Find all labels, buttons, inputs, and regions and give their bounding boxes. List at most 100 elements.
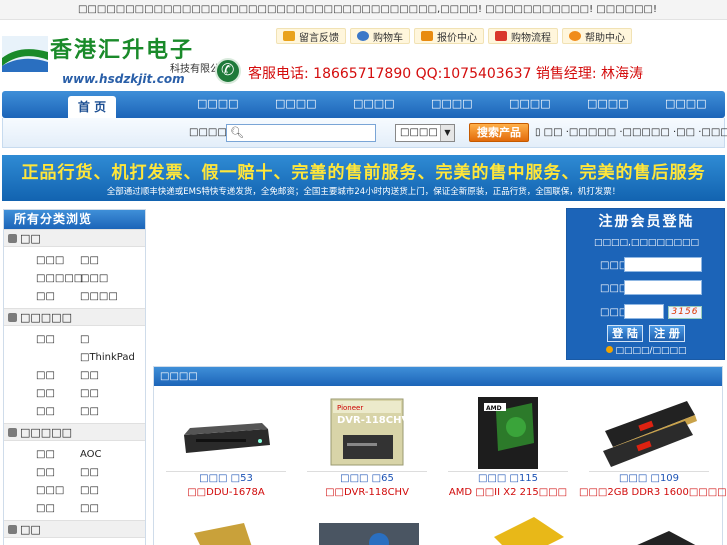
banner-headline: 正品行货、机打发票、假一赔十、完善的售前服务、完美的售中服务、完美的售后服务 bbox=[21, 163, 706, 183]
username-field[interactable] bbox=[624, 257, 702, 272]
category-link[interactable]: □□ bbox=[36, 291, 80, 302]
divider bbox=[307, 471, 427, 472]
top-notice-bar: □□□□□□□□□□□□□□□□□□□□□□□□□□□□□□□□□□□□□□,□… bbox=[0, 0, 727, 20]
category-group-items: □□ □ □ThinkPad □□ □□ □□ □□ □□ □□ bbox=[4, 326, 145, 423]
quick-link-quote[interactable]: 报价中心 bbox=[414, 28, 484, 44]
product-card[interactable]: □□□ □109 □□□2GB DDR3 1600□□□□□ bbox=[579, 389, 727, 527]
search-select-value: □□□□ bbox=[400, 127, 438, 138]
category-link[interactable]: □□□□ bbox=[80, 291, 140, 302]
product-card[interactable]: □□□ □53 □□DDU-1678A bbox=[156, 389, 296, 527]
category-group-name: □□□□□ bbox=[20, 310, 72, 324]
search-category-select[interactable]: □□□□ ▼ bbox=[395, 124, 455, 142]
product-card[interactable]: Pioneer DVR-118CHV □□□ □65 □□DVR-118CHV bbox=[297, 389, 437, 527]
nav-item[interactable]: □□□□ bbox=[353, 97, 395, 110]
search-icon: 🔍︎ bbox=[230, 126, 244, 139]
captcha-field[interactable] bbox=[624, 304, 664, 319]
logo-url: www.hsdzkjit.com bbox=[62, 72, 185, 86]
main-nav: 首 页 □□□□ □□□□ □□□□ □□□□ □□□□ □□□□ □□□□ bbox=[2, 91, 725, 118]
category-link[interactable]: □□ bbox=[80, 388, 140, 399]
category-link[interactable]: □□□ bbox=[80, 273, 140, 284]
category-group-header[interactable]: □□□□□ bbox=[4, 423, 145, 441]
search-bar: □□□□□ 🔍︎ □□□□ ▼ 搜索产品 ▯ □□ ·□□□□□ ·□□□□□ … bbox=[2, 118, 727, 148]
grid-icon bbox=[495, 31, 507, 41]
category-link[interactable]: □□ bbox=[80, 467, 140, 478]
forgot-password-link[interactable]: □□□□/□□□□ bbox=[571, 346, 722, 356]
category-group-name: □□ bbox=[20, 522, 41, 536]
chevron-down-icon: ▼ bbox=[440, 125, 454, 141]
product-card[interactable]: AMD □□□ □115 AMD □□II X2 215□□□ bbox=[438, 389, 578, 527]
password-field[interactable] bbox=[624, 280, 702, 295]
folder-icon bbox=[8, 524, 17, 534]
search-button[interactable]: 搜索产品 bbox=[469, 123, 529, 142]
product-price: □□□ □109 bbox=[618, 473, 680, 484]
login-button[interactable]: 登 陆 bbox=[607, 325, 643, 342]
divider bbox=[448, 471, 568, 472]
category-link[interactable]: □□ bbox=[80, 255, 140, 266]
quick-link-feedback[interactable]: 留言反馈 bbox=[276, 28, 346, 44]
quick-link-label: 留言反馈 bbox=[299, 32, 339, 44]
nav-item[interactable]: □□□□ bbox=[275, 97, 317, 110]
category-link[interactable] bbox=[36, 352, 80, 363]
nav-item[interactable]: □□□□ bbox=[587, 97, 629, 110]
product-section-title: □□□□ bbox=[154, 367, 722, 386]
forgot-password-text: □□□□/□□□□ bbox=[615, 346, 687, 356]
product-name[interactable]: □□DVR-118CHV bbox=[297, 487, 437, 498]
category-link[interactable]: □□ bbox=[36, 467, 80, 478]
category-link[interactable]: AOC bbox=[80, 449, 140, 460]
nav-item[interactable]: □□□□ bbox=[197, 97, 239, 110]
quick-link-label: 帮助中心 bbox=[585, 32, 625, 44]
product-section: □□□□ □□□ □53 □□DDU-1678A Pioneer DVR-118… bbox=[153, 366, 727, 545]
product-price: □□□ □53 bbox=[199, 473, 253, 484]
product-name[interactable]: AMD □□II X2 215□□□ bbox=[438, 487, 578, 498]
quick-link-label: 购物流程 bbox=[511, 32, 551, 44]
category-group-header[interactable]: □□ bbox=[4, 520, 145, 538]
service-hotline: 客服电话: 18665717890 QQ:1075403637 销售经理: 林海… bbox=[248, 66, 644, 82]
category-group-name: □□ bbox=[20, 231, 41, 245]
member-login-form: □□□□,□□□□□□□□ □□□□ □□□□ □□□□ 3156 登 陆 注 … bbox=[571, 233, 722, 357]
category-link[interactable]: □□ bbox=[80, 485, 140, 496]
quick-link-label: 报价中心 bbox=[437, 32, 477, 44]
bullet-icon bbox=[606, 346, 614, 353]
register-button[interactable]: 注 册 bbox=[649, 325, 685, 342]
category-link[interactable]: □□ bbox=[36, 388, 80, 399]
category-link[interactable]: □□ bbox=[36, 334, 80, 345]
category-link[interactable]: □□□ bbox=[36, 255, 80, 266]
promo-banner: 正品行货、机打发票、假一赔十、完善的售前服务、完美的售中服务、完美的售后服务 全… bbox=[2, 155, 725, 201]
product-image-cpu-box: AMD bbox=[458, 395, 558, 471]
search-input[interactable]: 🔍︎ bbox=[226, 124, 376, 142]
nav-item[interactable]: □□□□ bbox=[665, 97, 707, 110]
category-link[interactable]: □□ bbox=[80, 406, 140, 417]
nav-home[interactable]: 首 页 bbox=[68, 96, 116, 118]
product-image-partial bbox=[637, 531, 696, 545]
product-name[interactable]: □□□2GB DDR3 1600□□□□□ bbox=[579, 487, 727, 498]
category-link[interactable]: □□ bbox=[36, 370, 80, 381]
nav-item[interactable]: □□□□ bbox=[509, 97, 551, 110]
category-link[interactable]: □□ bbox=[36, 406, 80, 417]
hot-search-words[interactable]: ▯ □□ ·□□□□□ ·□□□□□ ·□□ ·□□□□ ▯ bbox=[535, 127, 727, 138]
category-link[interactable]: □ThinkPad bbox=[80, 352, 140, 363]
category-link[interactable]: □□ bbox=[36, 449, 80, 460]
category-link[interactable]: □ bbox=[80, 334, 140, 345]
quick-link-cart[interactable]: 购物车 bbox=[350, 28, 410, 44]
category-link[interactable]: □□ bbox=[80, 503, 140, 514]
product-name[interactable]: □□DDU-1678A bbox=[156, 487, 296, 498]
top-notice-text: □□□□□□□□□□□□□□□□□□□□□□□□□□□□□□□□□□□□□□,□… bbox=[77, 4, 657, 15]
folder-icon bbox=[8, 427, 17, 437]
category-link[interactable]: □□ bbox=[36, 503, 80, 514]
quick-link-flow[interactable]: 购物流程 bbox=[488, 28, 558, 44]
member-welcome-text: □□□□,□□□□□□□□ bbox=[594, 238, 699, 248]
site-logo[interactable]: 香港汇升电子 科技有限公司 www.hsdzkjit.com bbox=[2, 26, 230, 88]
category-group-header[interactable]: □□ bbox=[4, 229, 145, 247]
folder-icon bbox=[8, 233, 17, 243]
user-icon bbox=[357, 31, 369, 41]
folder-icon bbox=[8, 312, 17, 322]
tag-icon bbox=[421, 31, 433, 41]
category-link[interactable]: □□ bbox=[80, 370, 140, 381]
quick-link-help[interactable]: 帮助中心 bbox=[562, 28, 632, 44]
category-link[interactable]: □□□□□ bbox=[36, 273, 83, 284]
category-link[interactable]: □□□ bbox=[36, 485, 80, 496]
captcha-image[interactable]: 3156 bbox=[668, 306, 702, 319]
logo-mark-icon bbox=[2, 36, 48, 72]
category-group-header[interactable]: □□□□□ bbox=[4, 308, 145, 326]
nav-item[interactable]: □□□□ bbox=[431, 97, 473, 110]
